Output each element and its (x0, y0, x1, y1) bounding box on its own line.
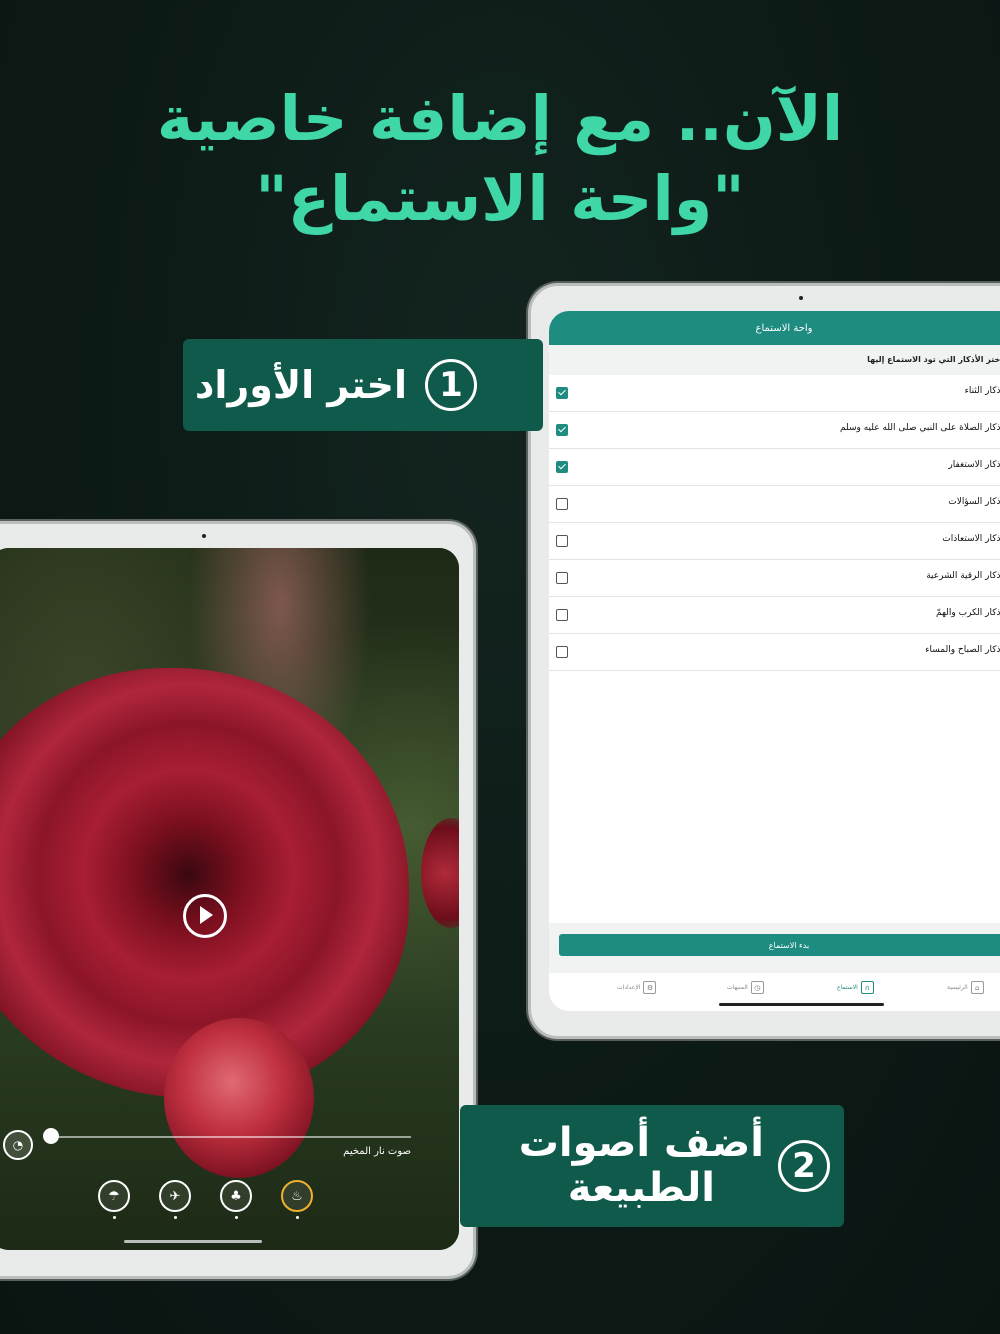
nav-item-alarms[interactable]: ◷ المنبهات (727, 981, 764, 994)
checkbox[interactable] (556, 498, 568, 510)
campfire-icon[interactable]: ♨ (281, 1180, 313, 1212)
home-indicator (124, 1240, 262, 1243)
step-label-line: الطبيعة (567, 1165, 715, 1211)
track-name: صوت نار المخيم (343, 1146, 411, 1157)
list-item[interactable]: أذكار الاستعاذات (549, 523, 1000, 560)
list-item[interactable]: أذكار الصباح والمساء (549, 634, 1000, 671)
checkbox[interactable] (556, 572, 568, 584)
start-listening-button[interactable]: بدء الاستماع (559, 934, 1000, 956)
play-button[interactable] (183, 894, 227, 938)
rain-icon[interactable]: ☂ (98, 1180, 130, 1212)
list-item[interactable]: أذكار الكرب والهمّ (549, 597, 1000, 634)
list-item-label: أذكار الثناء (964, 386, 1000, 396)
nav-item-settings[interactable]: ⚙ الإعدادات (617, 981, 657, 994)
headline-line-2: "واحة الاستماع" (255, 162, 745, 235)
indicator-dot (235, 1216, 238, 1219)
home-icon: ⌂ (970, 981, 984, 994)
list-item[interactable]: أذكار السؤالات (549, 486, 1000, 523)
list-item-label: أذكار الاستغفار (948, 460, 1000, 470)
nav-label: الاستماع (837, 984, 858, 991)
list-item-label: أذكار السؤالات (948, 497, 1000, 507)
checkbox[interactable] (556, 387, 568, 399)
bottom-nav: ⌂ الرئيسية ∩ الاستماع ◷ المنبهات ⚙ الإعدادات (549, 973, 1000, 1011)
list-item-label: أذكار الكرب والهمّ (936, 608, 1000, 618)
alarm-icon: ◷ (750, 981, 764, 994)
list-subtitle: اختر الأذكار التي تود الاستماع إليها (549, 345, 1000, 375)
nav-item-listening[interactable]: ∩ الاستماع (837, 981, 874, 994)
listening-screen: واحة الاستماع اختر الأذكار التي تود الاس… (549, 311, 1000, 1011)
step-2-badge: 2 أضف أصوات الطبيعة (460, 1105, 844, 1227)
bird-icon[interactable]: ✈ (159, 1180, 191, 1212)
progress-track[interactable] (49, 1136, 411, 1138)
step-label-line: أضف أصوات (518, 1120, 764, 1167)
checkbox[interactable] (556, 609, 568, 621)
gear-icon: ⚙ (643, 981, 657, 994)
app-bar: واحة الاستماع (549, 311, 1000, 345)
step-label: اختر الأوراد (194, 363, 407, 407)
list-item-label: أذكار الصلاة على النبي صلى الله عليه وسل… (840, 423, 1000, 433)
headphones-icon: ∩ (860, 981, 874, 994)
nav-label: الإعدادات (617, 984, 641, 991)
azkar-list: أذكار الثناء أذكار الصلاة على النبي صلى … (549, 375, 1000, 671)
list-item[interactable]: أذكار الثناء (549, 375, 1000, 412)
list-item-label: أذكار الرقية الشرعية (926, 571, 1000, 581)
headline-line-1: الآن.. مع إضافة خاصية (156, 82, 844, 155)
indicator-dot (296, 1216, 299, 1219)
checkbox[interactable] (556, 424, 568, 436)
nature-screen: ◔ صوت نار المخيم ☂ ✈ ♣ ♨ (0, 548, 459, 1250)
screen-title: واحة الاستماع (755, 322, 813, 334)
list-item[interactable]: أذكار الاستغفار (549, 449, 1000, 486)
checkbox[interactable] (556, 646, 568, 658)
list-item-label: أذكار الصباح والمساء (925, 645, 1000, 655)
start-bar: بدء الاستماع (549, 923, 1000, 973)
step-number: 1 (425, 359, 477, 411)
progress-thumb[interactable] (43, 1128, 59, 1144)
nav-label: الرئيسية (947, 984, 968, 991)
indicator-dot (113, 1216, 116, 1219)
tablet-nature-sounds: ◔ صوت نار المخيم ☂ ✈ ♣ ♨ (0, 521, 476, 1279)
nav-label: المنبهات (727, 984, 748, 991)
camera-dot (799, 296, 803, 300)
step-1-badge: 1 اختر الأوراد (183, 339, 543, 431)
checkbox[interactable] (556, 461, 568, 473)
tablet-listening-oasis: واحة الاستماع اختر الأذكار التي تود الاس… (528, 283, 1000, 1039)
rose-bud (164, 1018, 314, 1178)
step-label: أضف أصوات الطبيعة (519, 1121, 764, 1211)
palm-island-icon[interactable]: ♣ (220, 1180, 252, 1212)
list-item[interactable]: أذكار الرقية الشرعية (549, 560, 1000, 597)
camera-dot (202, 534, 206, 538)
list-subtitle-text: اختر الأذكار التي تود الاستماع إليها (867, 355, 1000, 364)
timer-icon[interactable]: ◔ (3, 1130, 33, 1160)
list-item-label: أذكار الاستعاذات (942, 534, 1000, 544)
home-indicator (719, 1003, 884, 1006)
nav-item-home[interactable]: ⌂ الرئيسية (947, 981, 984, 994)
indicator-dot (174, 1216, 177, 1219)
list-item[interactable]: أذكار الصلاة على النبي صلى الله عليه وسل… (549, 412, 1000, 449)
checkbox[interactable] (556, 535, 568, 547)
step-number: 2 (778, 1140, 830, 1192)
